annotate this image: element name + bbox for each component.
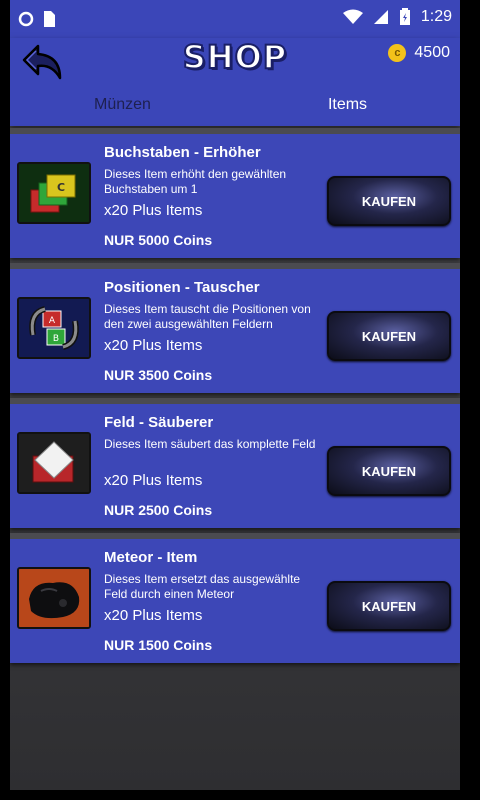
- tab-muenzen[interactable]: Münzen: [10, 94, 235, 124]
- buy-button[interactable]: KAUFEN: [327, 311, 451, 361]
- item-quantity: x20 Plus Items: [104, 337, 203, 354]
- item-description: Dieses Item tauscht die Positionen von d…: [104, 302, 311, 331]
- item-description: Dieses Item säubert das komplette Feld: [104, 437, 316, 451]
- item-price: NUR 1500 Coins: [104, 637, 213, 653]
- buy-button[interactable]: KAUFEN: [327, 446, 451, 496]
- meteor-icon: [17, 567, 91, 629]
- item-price: NUR 3500 Coins: [104, 367, 213, 383]
- buy-button[interactable]: KAUFEN: [327, 581, 451, 631]
- item-title: Meteor - Item: [104, 549, 198, 566]
- sim-card-icon: [44, 11, 55, 27]
- list-item: Feld - Säuberer Dieses Item säubert das …: [10, 398, 460, 528]
- item-title: Positionen - Tauscher: [104, 279, 260, 296]
- signal-icon: [373, 10, 388, 24]
- wifi-icon: [342, 9, 363, 24]
- coin-balance-value: 4500: [414, 44, 450, 61]
- list-item: Meteor - Item Dieses Item ersetzt das au…: [10, 533, 460, 663]
- status-time: 1:29: [420, 8, 452, 25]
- item-description: Dieses Item ersetzt das ausgewählte Feld…: [104, 572, 301, 601]
- list-item: C Buchstaben - Erhöher Dieses Item erhöh…: [10, 128, 460, 258]
- list-item: A B Positionen - Tauscher Dieses Item ta…: [10, 263, 460, 393]
- item-quantity: x20 Plus Items: [104, 202, 203, 219]
- field-cleaner-icon: [17, 432, 91, 494]
- coin-balance: c 4500: [388, 44, 450, 62]
- swap-icon: A B: [17, 297, 91, 359]
- item-price: NUR 5000 Coins: [104, 232, 213, 248]
- item-quantity: x20 Plus Items: [104, 472, 203, 489]
- svg-text:B: B: [53, 334, 59, 344]
- app-bar: SHOP c 4500 Münzen Items: [10, 37, 460, 126]
- coin-icon: c: [388, 44, 407, 62]
- tab-bar: Münzen Items: [10, 94, 460, 124]
- item-price: NUR 2500 Coins: [104, 502, 213, 518]
- app-screen: 1:29 SHOP c 4500 Münzen Items C Buchstab…: [10, 0, 460, 790]
- item-quantity: x20 Plus Items: [104, 607, 203, 624]
- battery-icon: [399, 8, 410, 25]
- item-title: Feld - Säuberer: [104, 414, 214, 431]
- item-title: Buchstaben - Erhöher: [104, 144, 261, 161]
- letter-boost-icon: C: [17, 162, 91, 224]
- status-bar: 1:29: [10, 0, 460, 38]
- svg-text:A: A: [49, 316, 56, 326]
- item-description: Dieses Item erhöht den gewählten Buchsta…: [104, 167, 287, 196]
- buy-button[interactable]: KAUFEN: [327, 176, 451, 226]
- circle-icon: [18, 11, 34, 27]
- tab-items[interactable]: Items: [235, 94, 460, 124]
- svg-text:C: C: [57, 181, 65, 194]
- item-list: C Buchstaben - Erhöher Dieses Item erhöh…: [10, 128, 460, 668]
